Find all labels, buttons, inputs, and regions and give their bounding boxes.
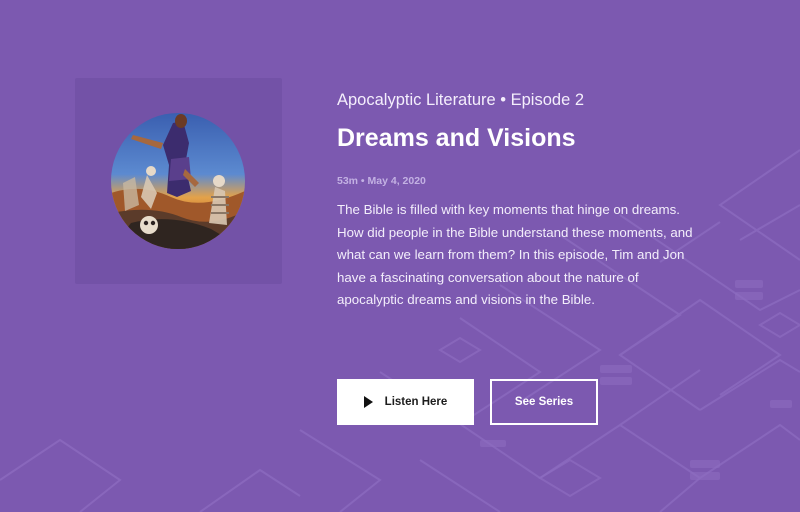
listen-here-label: Listen Here [384, 396, 448, 408]
episode-artwork-panel [75, 78, 282, 284]
episode-description: The Bible is filled with key moments tha… [337, 202, 693, 307]
listen-here-button[interactable]: Listen Here [337, 379, 474, 425]
episode-artwork-image [111, 113, 245, 249]
episode-title: Dreams and Visions [337, 124, 576, 152]
see-series-button[interactable]: See Series [490, 379, 598, 425]
episode-meta: 53m • May 4, 2020 [337, 175, 426, 187]
episode-details: Apocalyptic Literature • Episode 2 Dream… [337, 88, 697, 312]
episode-series-label: Apocalyptic Literature • Episode 2 [337, 91, 585, 109]
see-series-label: See Series [514, 396, 574, 408]
play-icon [363, 396, 373, 408]
